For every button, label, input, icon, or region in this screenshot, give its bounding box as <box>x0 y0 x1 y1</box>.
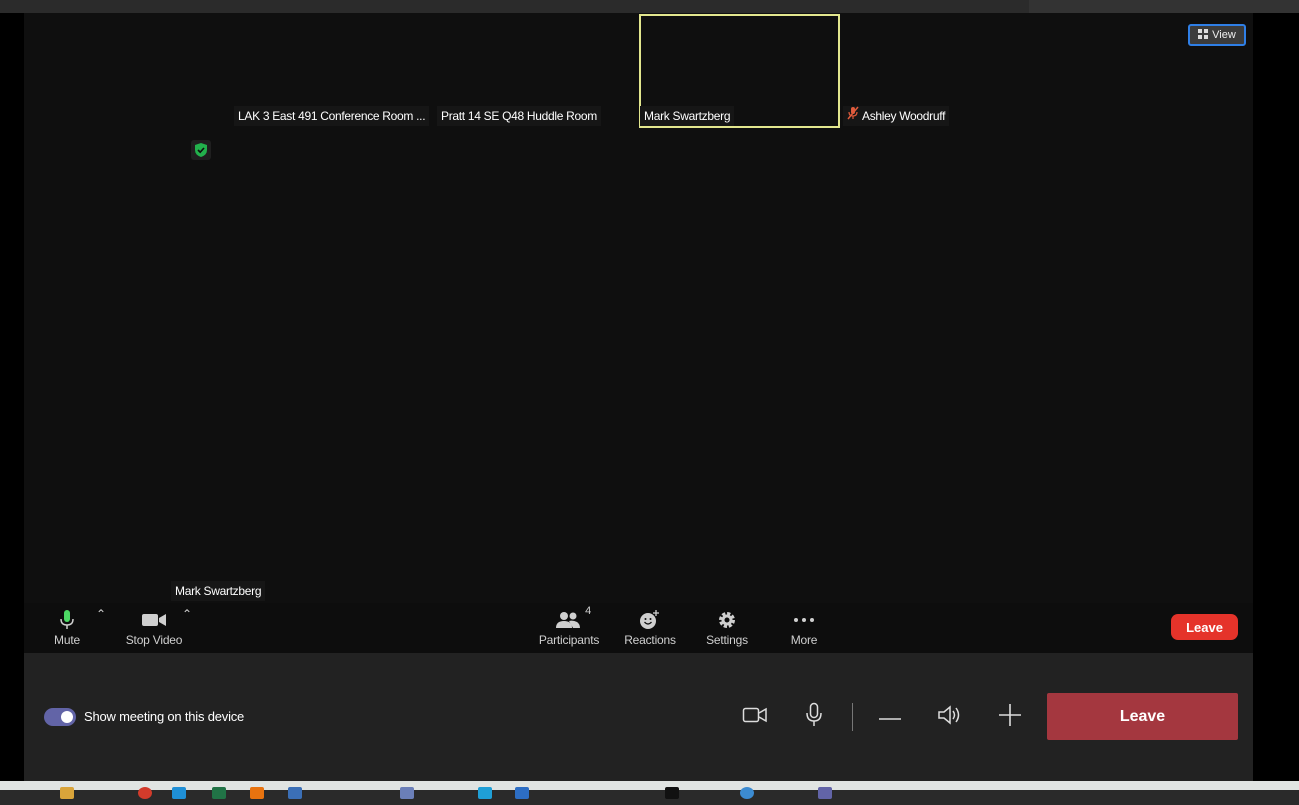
participant-name-label: Ashley Woodruff <box>862 109 946 123</box>
participants-icon: 4 <box>555 605 591 633</box>
speaker-button[interactable] <box>934 701 966 733</box>
toggle-knob <box>61 711 73 723</box>
show-meeting-toggle[interactable] <box>44 708 76 726</box>
video-camera-icon <box>742 706 768 729</box>
leave-meeting-button[interactable]: Leave <box>1171 614 1238 640</box>
teams-icon[interactable] <box>818 787 832 799</box>
app-icon[interactable] <box>740 787 754 799</box>
settings-label: Settings <box>706 633 748 647</box>
participants-count: 4 <box>585 605 591 617</box>
grid-icon <box>1198 28 1209 42</box>
settings-button[interactable]: Settings <box>704 607 750 647</box>
file-explorer-icon[interactable] <box>60 787 74 799</box>
emoji-plus-icon <box>639 607 661 633</box>
audio-options-chevron-icon[interactable]: ⌃ <box>96 607 106 621</box>
more-button[interactable]: More <box>788 607 820 647</box>
app-icon[interactable] <box>400 787 414 799</box>
muted-mic-icon <box>847 106 859 126</box>
more-ellipsis-icon <box>793 607 815 633</box>
participants-button[interactable]: 4 Participants <box>536 605 602 647</box>
mute-button[interactable]: Mute <box>52 607 82 647</box>
window-top-bar-right <box>1029 0 1299 13</box>
volume-up-button[interactable] <box>994 701 1026 733</box>
meeting-toolbar: Mute ⌃ Stop Video ⌃ 4 Participants React… <box>24 603 1253 653</box>
speaker-volume-icon <box>937 704 963 730</box>
participant-name-label: Mark Swartzberg <box>640 106 735 126</box>
taskbar-strip <box>0 781 1299 790</box>
windows-taskbar <box>0 781 1299 805</box>
video-options-chevron-icon[interactable]: ⌃ <box>182 607 192 621</box>
gear-icon <box>717 607 737 633</box>
participant-name-tag: Ashley Woodruff <box>843 106 950 126</box>
view-button[interactable]: View <box>1188 24 1246 46</box>
microphone-button[interactable] <box>798 701 830 733</box>
microphone-icon <box>59 607 75 633</box>
self-name-label: Mark Swartzberg <box>171 581 266 601</box>
plus-icon <box>999 703 1021 731</box>
mute-label: Mute <box>54 633 80 647</box>
security-shield-icon[interactable] <box>191 140 211 160</box>
app-icon[interactable] <box>250 787 264 799</box>
stop-video-button[interactable]: Stop Video <box>122 607 186 647</box>
show-meeting-label: Show meeting on this device <box>84 709 245 724</box>
reactions-button[interactable]: Reactions <box>623 607 677 647</box>
leave-button[interactable]: Leave <box>1047 693 1238 740</box>
view-button-label: View <box>1212 29 1236 41</box>
volume-down-button[interactable] <box>874 701 906 733</box>
edge-icon[interactable] <box>172 787 186 799</box>
microphone-icon <box>805 702 823 733</box>
app-icon[interactable] <box>478 787 492 799</box>
app-icon[interactable] <box>288 787 302 799</box>
app-icon[interactable] <box>665 787 679 799</box>
participants-label: Participants <box>538 633 600 647</box>
stop-video-label: Stop Video <box>125 633 183 647</box>
video-camera-icon <box>141 607 167 633</box>
camera-button[interactable] <box>739 701 771 733</box>
chrome-icon[interactable] <box>138 787 152 799</box>
word-icon[interactable] <box>515 787 529 799</box>
more-label: More <box>790 633 818 647</box>
minus-icon <box>879 708 901 726</box>
participant-name-label: Pratt 14 SE Q48 Huddle Room <box>437 106 601 126</box>
reactions-label: Reactions <box>624 633 676 647</box>
device-control-panel: Show meeting on this device Leave <box>24 653 1253 781</box>
window-top-bar <box>0 0 1299 13</box>
control-divider <box>852 703 853 731</box>
excel-icon[interactable] <box>212 787 226 799</box>
participant-name-label: LAK 3 East 491 Conference Room ... <box>234 106 430 126</box>
